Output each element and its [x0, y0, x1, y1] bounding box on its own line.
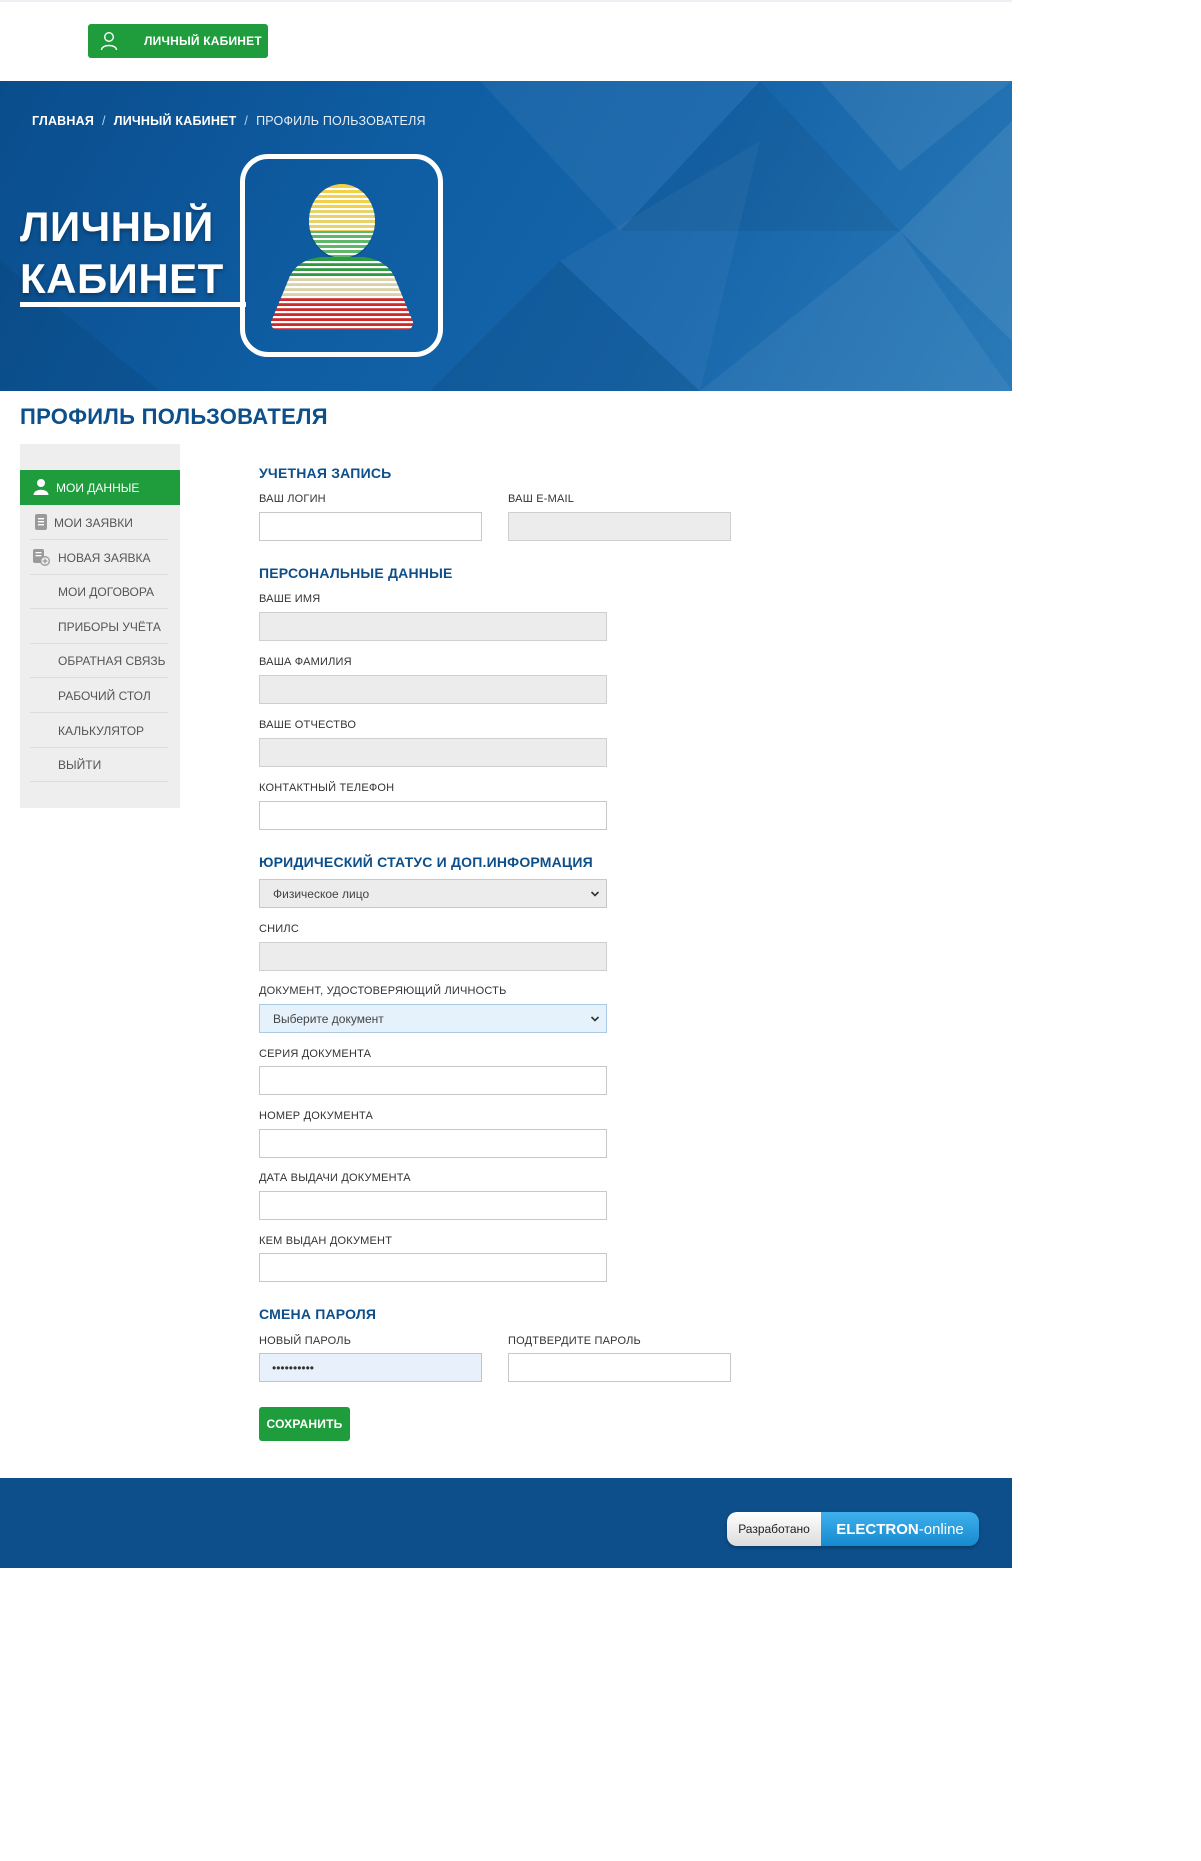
document-type-value: Выберите документ [273, 1011, 384, 1026]
snils-input[interactable] [259, 942, 607, 971]
document-icon [32, 513, 50, 531]
sidebar-item-label: ВЫЙТИ [58, 757, 102, 772]
breadcrumb-cabinet-link[interactable]: ЛИЧНЫЙ КАБИНЕТ [114, 114, 237, 128]
surname-label: ВАША ФАМИЛИЯ [259, 656, 352, 668]
new-document-icon [32, 548, 50, 566]
personal-cabinet-label: ЛИЧНЫЙ КАБИНЕТ [144, 34, 262, 48]
issued-by-input[interactable] [259, 1253, 607, 1282]
chevron-down-icon [590, 1013, 600, 1023]
personal-cabinet-button[interactable]: ЛИЧНЫЙ КАБИНЕТ [88, 24, 268, 58]
sidebar-item-desktop[interactable]: РАБОЧИЙ СТОЛ [20, 678, 180, 713]
user-icon [100, 31, 118, 51]
sidebar-item-meters[interactable]: ПРИБОРЫ УЧЁТА [20, 609, 180, 644]
document-number-input[interactable] [259, 1129, 607, 1158]
developer-badge-link[interactable]: Разработано ELECTRON -online [727, 1512, 979, 1546]
sidebar-item-label: ПРИБОРЫ УЧЁТА [58, 619, 161, 634]
top-bar: ЛИЧНЫЙ КАБИНЕТ [0, 0, 1012, 81]
breadcrumb-current: ПРОФИЛЬ ПОЛЬЗОВАТЕЛЯ [256, 114, 426, 128]
page-title: ПРОФИЛЬ ПОЛЬЗОВАТЕЛЯ [20, 404, 328, 429]
section-title-legal: ЮРИДИЧЕСКИЙ СТАТУС И ДОП.ИНФОРМАЦИЯ [259, 854, 593, 870]
breadcrumb-home-link[interactable]: ГЛАВНАЯ [32, 114, 94, 128]
sidebar-item-logout[interactable]: ВЫЙТИ [20, 747, 180, 782]
sidebar-item-label: МОИ ДОГОВОРА [58, 584, 155, 599]
login-label: ВАШ ЛОГИН [259, 493, 326, 505]
phone-label: КОНТАКТНЫЙ ТЕЛЕФОН [259, 782, 395, 794]
confirm-password-label: ПОДТВЕРДИТЕ ПАРОЛЬ [508, 1335, 641, 1347]
user-icon [32, 478, 50, 496]
sidebar-item-label: НОВАЯ ЗАЯВКА [58, 550, 151, 565]
sidebar-item-my-data[interactable]: МОИ ДАННЫЕ [20, 470, 180, 505]
hero-title-line1: ЛИЧНЫЙ [20, 203, 214, 250]
document-type-select[interactable]: Выберите документ [259, 1004, 607, 1033]
document-label: ДОКУМЕНТ, УДОСТОВЕРЯЮЩИЙ ЛИЧНОСТЬ [259, 985, 507, 997]
login-input[interactable] [259, 512, 482, 541]
hero-banner: ГЛАВНАЯ / ЛИЧНЫЙ КАБИНЕТ / ПРОФИЛЬ ПОЛЬЗ… [0, 81, 1012, 391]
developed-by-label: Разработано [727, 1512, 821, 1546]
section-title-password: СМЕНА ПАРОЛЯ [259, 1306, 377, 1322]
hero-title: ЛИЧНЫЙ КАБИНЕТ [20, 201, 224, 305]
section-title-personal: ПЕРСОНАЛЬНЫЕ ДАННЫЕ [259, 565, 453, 581]
patronymic-input[interactable] [259, 738, 607, 767]
sidebar-item-feedback[interactable]: ОБРАТНАЯ СВЯЗЬ [20, 643, 180, 678]
surname-input[interactable] [259, 675, 607, 704]
hero-underline [20, 302, 246, 307]
issue-date-input[interactable] [259, 1191, 607, 1220]
brand-rest: -online [918, 1520, 964, 1538]
sidebar-item-label: РАБОЧИЙ СТОЛ [58, 688, 151, 703]
sidebar-item-my-requests[interactable]: МОИ ЗАЯВКИ [20, 505, 180, 540]
patronymic-label: ВАШЕ ОТЧЕСТВО [259, 719, 357, 731]
sidebar: МОИ ДАННЫЕ МОИ ЗАЯВКИ НОВАЯ ЗАЯВКА МОИ Д… [20, 444, 180, 808]
email-label: ВАШ E-MAIL [508, 493, 575, 505]
document-series-input[interactable] [259, 1066, 607, 1095]
new-password-input[interactable] [259, 1353, 482, 1382]
sidebar-item-new-request[interactable]: НОВАЯ ЗАЯВКА [20, 540, 180, 575]
number-label: НОМЕР ДОКУМЕНТА [259, 1110, 374, 1122]
snils-label: СНИЛС [259, 923, 299, 935]
name-label: ВАШЕ ИМЯ [259, 593, 321, 605]
sidebar-item-label: КАЛЬКУЛЯТОР [58, 723, 145, 738]
breadcrumb: ГЛАВНАЯ / ЛИЧНЫЙ КАБИНЕТ / ПРОФИЛЬ ПОЛЬЗ… [32, 114, 426, 128]
series-label: СЕРИЯ ДОКУМЕНТА [259, 1048, 372, 1060]
sidebar-item-label: ОБРАТНАЯ СВЯЗЬ [58, 653, 166, 668]
breadcrumb-separator: / [102, 114, 106, 128]
legal-status-value: Физическое лицо [273, 886, 370, 901]
issue-date-label: ДАТА ВЫДАЧИ ДОКУМЕНТА [259, 1172, 411, 1184]
brand-bold: ELECTRON [836, 1520, 919, 1538]
footer: Разработано ELECTRON -online [0, 1478, 1012, 1568]
section-title-account: УЧЕТНАЯ ЗАПИСЬ [259, 465, 392, 481]
developer-brand: ELECTRON -online [821, 1512, 979, 1546]
sidebar-item-label: МОИ ЗАЯВКИ [54, 515, 133, 530]
new-password-label: НОВЫЙ ПАРОЛЬ [259, 1335, 352, 1347]
sidebar-item-label: МОИ ДАННЫЕ [56, 480, 140, 495]
confirm-password-input[interactable] [508, 1353, 731, 1382]
legal-status-select[interactable]: Физическое лицо [259, 879, 607, 908]
hero-title-line2: КАБИНЕТ [20, 255, 224, 302]
chevron-down-icon [590, 888, 600, 898]
person-illustration-icon [271, 184, 413, 330]
breadcrumb-separator: / [244, 114, 249, 128]
sidebar-item-calculator[interactable]: КАЛЬКУЛЯТОР [20, 713, 180, 748]
sidebar-item-my-contracts[interactable]: МОИ ДОГОВОРА [20, 574, 180, 609]
phone-input[interactable] [259, 801, 607, 830]
save-button[interactable]: СОХРАНИТЬ [259, 1407, 350, 1441]
divider [30, 781, 168, 782]
issued-by-label: КЕМ ВЫДАН ДОКУМЕНТ [259, 1235, 393, 1247]
email-input[interactable] [508, 512, 731, 541]
name-input[interactable] [259, 612, 607, 641]
